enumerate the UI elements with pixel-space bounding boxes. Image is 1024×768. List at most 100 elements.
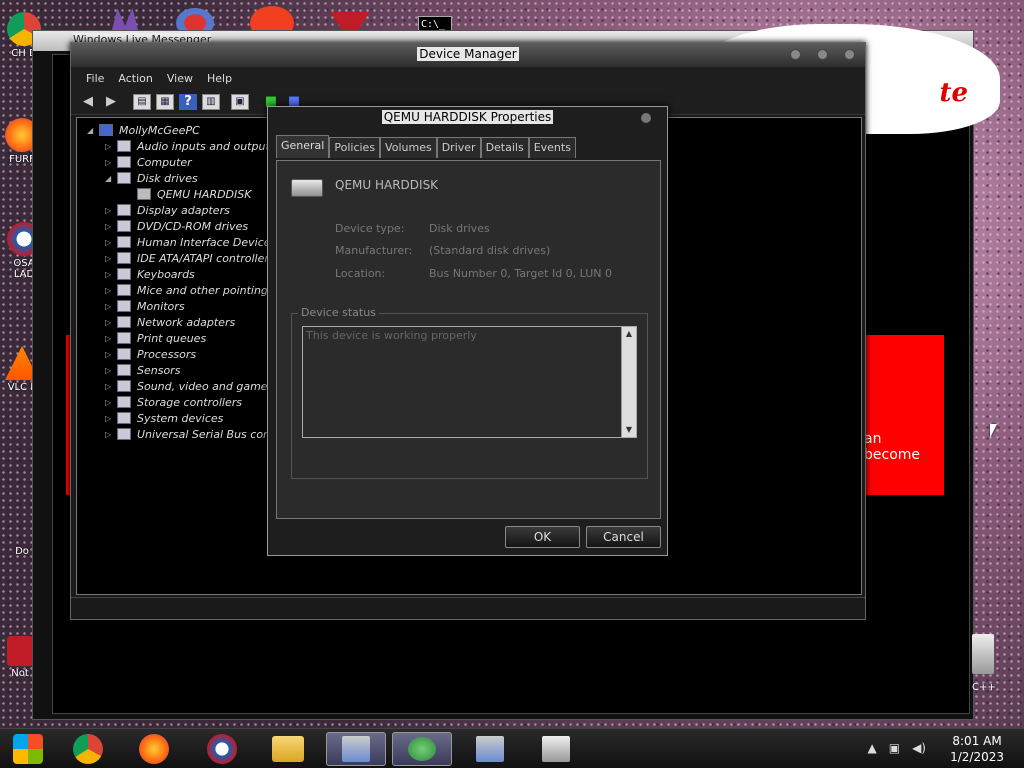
tab-driver[interactable]: Driver xyxy=(436,137,481,158)
taskbar-printer-app[interactable] xyxy=(526,732,586,766)
tree-item[interactable]: ▷ DVD/CD-ROM drives xyxy=(87,218,285,234)
expand-arrow-icon[interactable]: ▷ xyxy=(105,302,117,311)
network-icon[interactable]: ▣ xyxy=(889,741,900,755)
tree-item[interactable]: ▷ IDE ATA/ATAPI controllers xyxy=(87,250,285,266)
minimize-button[interactable] xyxy=(790,49,801,60)
tree-root-label: MollyMcGeePC xyxy=(119,123,200,137)
taskbar-firefox[interactable] xyxy=(124,732,184,766)
tree-item[interactable]: ▷ Network adapters xyxy=(87,314,285,330)
taskbar-device-manager[interactable] xyxy=(326,732,386,766)
tree-item[interactable]: ▷ Storage controllers xyxy=(87,394,285,410)
menu-file[interactable]: File xyxy=(79,70,111,87)
show-hide-console-tree-icon[interactable]: ▤ xyxy=(133,93,151,110)
expand-arrow-icon[interactable]: ▷ xyxy=(105,206,117,215)
taskbar-messenger[interactable] xyxy=(392,732,452,766)
tree-item[interactable]: ▷ Human Interface Devices xyxy=(87,234,285,250)
tree-item[interactable]: ▷ Print queues xyxy=(87,330,285,346)
tree-child-item[interactable]: QEMU HARDDISK xyxy=(87,186,285,202)
properties-icon[interactable]: ▦ xyxy=(156,93,174,110)
close-button[interactable] xyxy=(844,49,855,60)
taskbar-file-explorer[interactable] xyxy=(258,732,318,766)
tree-item[interactable]: ▷ Universal Serial Bus contr xyxy=(87,426,285,442)
collapse-arrow-icon[interactable]: ◢ xyxy=(87,126,99,135)
collapse-arrow-icon[interactable]: ◢ xyxy=(105,174,117,183)
manufacturer-label: Manufacturer: xyxy=(335,244,413,257)
expand-arrow-icon[interactable]: ▷ xyxy=(105,158,117,167)
cancel-button[interactable]: Cancel xyxy=(586,526,661,548)
tree-item[interactable]: ▷ Sensors xyxy=(87,362,285,378)
taskbar-device-manager-2[interactable] xyxy=(460,732,520,766)
recycle-bin-icon[interactable] xyxy=(972,634,994,674)
expand-arrow-icon[interactable]: ▷ xyxy=(105,334,117,343)
device-category-icon xyxy=(117,252,131,264)
expand-arrow-icon[interactable]: ▷ xyxy=(105,318,117,327)
expand-arrow-icon[interactable]: ▷ xyxy=(105,238,117,247)
tree-item[interactable]: ▷ Display adapters xyxy=(87,202,285,218)
tab-general[interactable]: General xyxy=(276,135,330,158)
menu-help[interactable]: Help xyxy=(200,70,239,87)
start-button[interactable] xyxy=(0,732,58,766)
expand-arrow-icon[interactable]: ▷ xyxy=(105,350,117,359)
clock-date: 1/2/2023 xyxy=(950,750,1004,764)
forward-arrow-icon[interactable]: ▶ xyxy=(102,94,120,110)
clock[interactable]: 8:01 AM 1/2/2023 xyxy=(950,733,1004,765)
tree-item-label: Sensors xyxy=(137,363,181,377)
tree-item-label: Display adapters xyxy=(137,203,230,217)
tree-item[interactable]: ◢ Disk drives xyxy=(87,170,285,186)
tab-volumes[interactable]: Volumes xyxy=(380,137,437,158)
expand-arrow-icon[interactable]: ▷ xyxy=(105,398,117,407)
show-hidden-icons-chevron-icon[interactable]: ▲ xyxy=(868,741,877,755)
tree-root[interactable]: ◢ MollyMcGeePC xyxy=(87,122,285,138)
expand-arrow-icon[interactable]: ▷ xyxy=(105,414,117,423)
taskbar-chrome[interactable] xyxy=(58,732,118,766)
expand-arrow-icon[interactable]: ▷ xyxy=(105,382,117,391)
device-tree: ◢ MollyMcGeePC ▷ Audio inputs and outputs… xyxy=(87,122,285,442)
device-category-icon xyxy=(117,172,131,184)
menu-action[interactable]: Action xyxy=(111,70,159,87)
dialog-close-button[interactable] xyxy=(641,113,651,123)
help-icon[interactable]: ? xyxy=(179,93,197,110)
expand-arrow-icon[interactable]: ▷ xyxy=(105,254,117,263)
action-pane-icon[interactable]: ▥ xyxy=(202,93,220,110)
tab-events[interactable]: Events xyxy=(528,137,576,158)
red-panel: an become xyxy=(864,335,944,495)
tree-item[interactable]: ▷ Keyboards xyxy=(87,266,285,282)
scroll-up-arrow-icon[interactable]: ▲ xyxy=(622,327,636,341)
tree-item-label: Monitors xyxy=(137,299,185,313)
menu-view[interactable]: View xyxy=(160,70,200,87)
expand-arrow-icon[interactable]: ▷ xyxy=(105,270,117,279)
tree-item[interactable]: ▷ Computer xyxy=(87,154,285,170)
scroll-down-arrow-icon[interactable]: ▼ xyxy=(622,423,636,437)
status-scrollbar[interactable]: ▲ ▼ xyxy=(621,327,636,437)
tree-item-label: Processors xyxy=(137,347,197,361)
tree-item-label: Keyboards xyxy=(137,267,195,281)
expand-arrow-icon[interactable]: ▷ xyxy=(105,286,117,295)
device-status-textbox[interactable]: This device is working properly ▲ ▼ xyxy=(302,326,637,438)
volume-icon[interactable]: ◀) xyxy=(912,741,926,755)
device-name: QEMU HARDDISK xyxy=(335,178,439,192)
tree-item[interactable]: ▷ Monitors xyxy=(87,298,285,314)
tree-item-label: Print queues xyxy=(137,331,207,345)
scan-hardware-icon[interactable]: ▣ xyxy=(231,93,249,110)
tab-policies[interactable]: Policies xyxy=(329,137,381,158)
tree-item[interactable]: ▷ Sound, video and game cc xyxy=(87,378,285,394)
tree-item[interactable]: ▷ System devices xyxy=(87,410,285,426)
chrome-icon xyxy=(73,734,103,764)
back-arrow-icon[interactable]: ◀ xyxy=(79,94,97,110)
device-manager-titlebar[interactable]: Device Manager xyxy=(71,43,865,67)
expand-arrow-icon[interactable]: ▷ xyxy=(105,366,117,375)
hard-disk-icon xyxy=(291,179,323,197)
taskbar-campaign-app[interactable] xyxy=(192,732,252,766)
maximize-button[interactable] xyxy=(817,49,828,60)
expand-arrow-icon[interactable]: ▷ xyxy=(105,430,117,439)
tree-item[interactable]: ▷ Mice and other pointing de xyxy=(87,282,285,298)
dialog-title: QEMU HARDDISK Properties xyxy=(381,110,554,124)
ok-button[interactable]: OK xyxy=(505,526,580,548)
expand-arrow-icon[interactable]: ▷ xyxy=(105,222,117,231)
device-category-icon xyxy=(117,300,131,312)
tree-item[interactable]: ▷ Audio inputs and outputs xyxy=(87,138,285,154)
expand-arrow-icon[interactable]: ▷ xyxy=(105,142,117,151)
dialog-titlebar[interactable]: QEMU HARDDISK Properties xyxy=(268,107,667,129)
tree-item[interactable]: ▷ Processors xyxy=(87,346,285,362)
tab-details[interactable]: Details xyxy=(480,137,529,158)
